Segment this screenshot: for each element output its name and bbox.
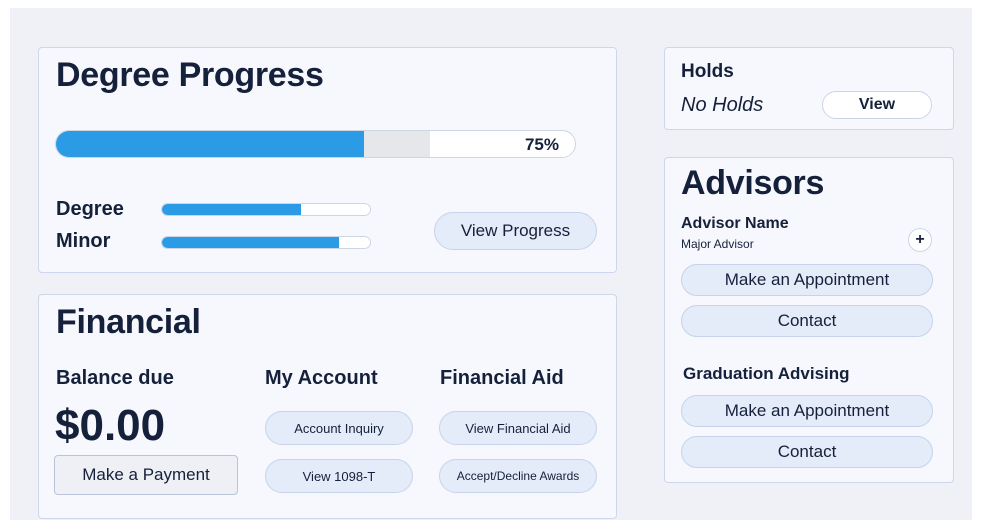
view-financial-aid-button[interactable]: View Financial Aid (439, 411, 597, 445)
degree-progress-title: Degree Progress (56, 56, 324, 94)
advisor-name: Advisor Name (681, 215, 789, 232)
overall-progress-percent: 75% (524, 135, 559, 154)
graduation-advising-heading: Graduation Advising (683, 364, 850, 383)
degree-progress-card: Degree Progress 75% Degree Minor View Pr… (38, 47, 617, 273)
degree-progress-bar (161, 203, 371, 216)
overall-progress-fill (56, 131, 364, 157)
make-payment-button[interactable]: Make a Payment (54, 455, 238, 495)
advisors-title: Advisors (681, 164, 825, 202)
minor-progress-bar (161, 236, 371, 249)
plus-icon[interactable]: + (908, 228, 932, 252)
financial-card: Financial Balance due $0.00 Make a Payme… (38, 294, 617, 519)
financial-title: Financial (56, 303, 201, 341)
accept-decline-awards-button[interactable]: Accept/Decline Awards (439, 459, 597, 493)
financial-aid-heading: Financial Aid (440, 367, 564, 389)
degree-progress-fill (162, 204, 302, 215)
dashboard-canvas: Degree Progress 75% Degree Minor View Pr… (10, 8, 972, 520)
minor-label: Minor (56, 230, 111, 252)
account-inquiry-button[interactable]: Account Inquiry (265, 411, 413, 445)
view-1098t-button[interactable]: View 1098-T (265, 459, 413, 493)
holds-title: Holds (681, 61, 734, 82)
contact-advisor-button[interactable]: Contact (681, 305, 933, 337)
holds-view-button[interactable]: View (822, 91, 932, 119)
balance-amount: $0.00 (55, 401, 166, 450)
graduation-contact-button[interactable]: Contact (681, 436, 933, 468)
advisors-card: Advisors Advisor Name Major Advisor + Ma… (664, 157, 954, 483)
advisor-role: Major Advisor (681, 237, 754, 251)
holds-status: No Holds (681, 94, 764, 116)
overall-progress-bar: 75% (55, 130, 576, 158)
graduation-make-appointment-button[interactable]: Make an Appointment (681, 395, 933, 427)
balance-due-heading: Balance due (56, 367, 174, 389)
make-appointment-button[interactable]: Make an Appointment (681, 264, 933, 296)
holds-card: Holds No Holds View (664, 47, 954, 130)
view-progress-button[interactable]: View Progress (434, 212, 597, 250)
degree-label: Degree (56, 198, 124, 220)
minor-progress-fill (162, 237, 339, 248)
my-account-heading: My Account (265, 367, 378, 389)
